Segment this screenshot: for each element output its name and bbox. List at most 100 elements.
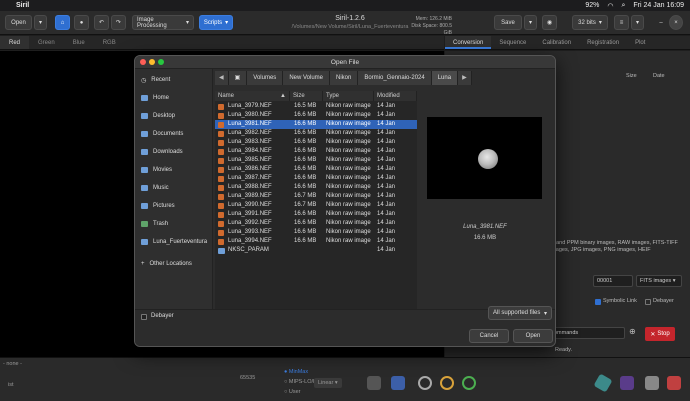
menubar-app-name[interactable]: Siril <box>16 2 29 9</box>
path-crumb[interactable]: Volumes <box>247 71 284 85</box>
tab-blue[interactable]: Blue <box>64 36 94 49</box>
undo-button[interactable]: ↶ <box>94 15 109 30</box>
threshold-value[interactable]: 65535 <box>240 375 255 381</box>
place-other-locations[interactable]: + Other Locations <box>135 255 213 273</box>
file-row[interactable]: Luna_3991.NEF 16.6 MB Nikon raw image 14 Ja… <box>215 210 417 219</box>
open-button[interactable]: Open <box>5 15 32 30</box>
path-forward-button[interactable]: ▶ <box>458 71 472 85</box>
open-dropdown-button[interactable]: ▾ <box>34 15 47 30</box>
column-date[interactable]: Date <box>653 73 665 80</box>
place-home[interactable]: Home <box>135 89 213 107</box>
file-row[interactable]: Luna_3981.NEF 16.6 MB Nikon raw image 14 Ja… <box>215 120 417 129</box>
cancel-button[interactable]: Cancel <box>469 329 509 343</box>
bit-depth-selector[interactable]: 32 bits ▾ <box>572 15 608 30</box>
tab-red[interactable]: Red <box>0 36 30 49</box>
column-name[interactable]: Name ▲ <box>215 91 290 101</box>
tab-sequence[interactable]: Sequence <box>491 36 534 49</box>
debayer-toggle[interactable]: Debayer <box>645 298 674 305</box>
column-size[interactable]: Size <box>626 73 637 80</box>
column-modified[interactable]: Modified <box>374 91 417 101</box>
file-row[interactable]: Luna_3990.NEF 16.7 MB Nikon raw image 14 Ja… <box>215 201 417 210</box>
menu-dropdown-button[interactable]: ▾ <box>631 15 644 30</box>
file-row[interactable]: Luna_3986.NEF 16.6 MB Nikon raw image 14 Ja… <box>215 165 417 174</box>
place-pictures[interactable]: Pictures <box>135 197 213 215</box>
tab-rgb[interactable]: RGB <box>94 36 125 49</box>
command-input[interactable]: ommands <box>550 327 625 339</box>
livestack-button[interactable]: ● <box>74 15 89 30</box>
path-back-button[interactable]: ◀ <box>215 71 229 85</box>
file-row[interactable]: Luna_3988.NEF 16.6 MB Nikon raw image 14 Ja… <box>215 183 417 192</box>
file-row[interactable]: Luna_3980.NEF 16.6 MB Nikon raw image 14 Ja… <box>215 111 417 120</box>
menubar-search-icon[interactable]: ⌕ <box>621 2 625 10</box>
place-documents[interactable]: Documents <box>135 125 213 143</box>
stop-button[interactable]: ✕ Stop <box>645 327 675 341</box>
file-row[interactable]: Luna_3984.NEF 16.6 MB Nikon raw image 14 Ja… <box>215 147 417 156</box>
battery-percent[interactable]: 92% <box>585 2 599 9</box>
save-button[interactable]: Save <box>494 15 522 30</box>
target-icon[interactable] <box>418 376 432 390</box>
file-row[interactable]: Luna_3985.NEF 16.6 MB Nikon raw image 14 Ja… <box>215 156 417 165</box>
path-crumb[interactable]: Bormio_Gennaio-2024 <box>358 71 432 85</box>
tab-calibration[interactable]: Calibration <box>534 36 579 49</box>
tab-registration[interactable]: Registration <box>579 36 627 49</box>
open-confirm-button[interactable]: Open <box>513 329 553 343</box>
file-row[interactable]: Luna_3987.NEF 16.6 MB Nikon raw image 14 Ja… <box>215 174 417 183</box>
tab-plot[interactable]: Plot <box>627 36 653 49</box>
menu-button[interactable]: ≡ <box>614 15 629 30</box>
index-field[interactable]: 00001 <box>593 275 633 287</box>
place-trash[interactable]: Trash <box>135 215 213 233</box>
dialog-maximize-icon[interactable] <box>158 59 164 65</box>
tab-green[interactable]: Green <box>29 36 64 49</box>
menubar-datetime[interactable]: Fri 24 Jan 16:09 <box>633 2 684 9</box>
path-crumb[interactable]: New Volume <box>283 71 330 85</box>
path-crumb-current[interactable]: Luna <box>431 71 459 85</box>
circle-yellow-icon[interactable] <box>440 376 454 390</box>
file-row[interactable]: Luna_3989.NEF 16.7 MB Nikon raw image 14 Ja… <box>215 192 417 201</box>
file-row[interactable]: Luna_3993.NEF 16.6 MB Nikon raw image 14 Ja… <box>215 228 417 237</box>
place-luna-fuerteventura[interactable]: Luna_Fuerteventura <box>135 233 213 251</box>
debayer-checkbox[interactable] <box>141 314 147 320</box>
radio-user[interactable]: ○ User <box>284 389 300 395</box>
flip-icon[interactable] <box>667 376 681 390</box>
path-crumb[interactable]: Nikon <box>330 71 359 85</box>
wifi-icon[interactable]: ◠ <box>607 2 613 10</box>
output-format-select[interactable]: FITS images ▾ <box>636 275 682 287</box>
place-desktop[interactable]: Desktop <box>135 107 213 125</box>
rotate-icon[interactable] <box>593 373 613 393</box>
add-icon[interactable]: ⊕ <box>629 328 636 336</box>
redo-button[interactable]: ↷ <box>111 15 126 30</box>
save-dropdown-button[interactable]: ▾ <box>524 15 537 30</box>
place-recent[interactable]: ◷ Recent <box>135 71 213 89</box>
image-processing-menu[interactable]: Image Processing ▾ <box>132 15 194 30</box>
file-row[interactable]: Luna_3983.NEF 16.6 MB Nikon raw image 14 Ja… <box>215 138 417 147</box>
tab-conversion[interactable]: Conversion <box>445 36 492 49</box>
sequence-selector-label[interactable]: - none - <box>3 361 22 367</box>
file-row[interactable]: Luna_3982.NEF 16.6 MB Nikon raw image 14 Ja… <box>215 129 417 138</box>
radio-minmax[interactable]: ● MinMax <box>284 369 308 375</box>
place-music[interactable]: Music <box>135 179 213 197</box>
dialog-minimize-icon[interactable] <box>149 59 155 65</box>
close-button[interactable]: × <box>669 15 683 30</box>
home-button[interactable]: ⌂ <box>55 15 70 30</box>
snapshot-button[interactable]: ◉ <box>542 15 557 30</box>
file-row[interactable]: NKSC_PARAM 14 Jan <box>215 246 417 255</box>
circle-green-icon[interactable] <box>462 376 476 390</box>
file-row[interactable]: Luna_3994.NEF 16.6 MB Nikon raw image 14 Ja… <box>215 237 417 246</box>
mirror-icon[interactable] <box>645 376 659 390</box>
symbolic-link-toggle[interactable]: Symbolic Link <box>595 298 637 305</box>
column-type[interactable]: Type <box>323 91 374 101</box>
star-icon[interactable] <box>391 376 405 390</box>
file-row[interactable]: Luna_3992.NEF 16.6 MB Nikon raw image 14 Ja… <box>215 219 417 228</box>
file-filter-select[interactable]: All supported files ▾ <box>488 306 552 320</box>
crop-icon[interactable] <box>620 376 634 390</box>
column-size[interactable]: Size <box>290 91 323 101</box>
scripts-menu[interactable]: Scripts ▾ <box>199 15 233 30</box>
dialog-close-icon[interactable] <box>140 59 146 65</box>
file-row[interactable]: Luna_3979.NEF 16.5 MB Nikon raw image 14 Ja… <box>215 102 417 111</box>
histogram-icon[interactable] <box>367 376 381 390</box>
place-movies[interactable]: Movies <box>135 161 213 179</box>
minimize-button[interactable]: – <box>655 15 667 30</box>
stretch-selector[interactable]: Linear ▾ <box>314 378 342 388</box>
path-root-button[interactable]: ▣ <box>228 71 248 85</box>
place-downloads[interactable]: Downloads <box>135 143 213 161</box>
